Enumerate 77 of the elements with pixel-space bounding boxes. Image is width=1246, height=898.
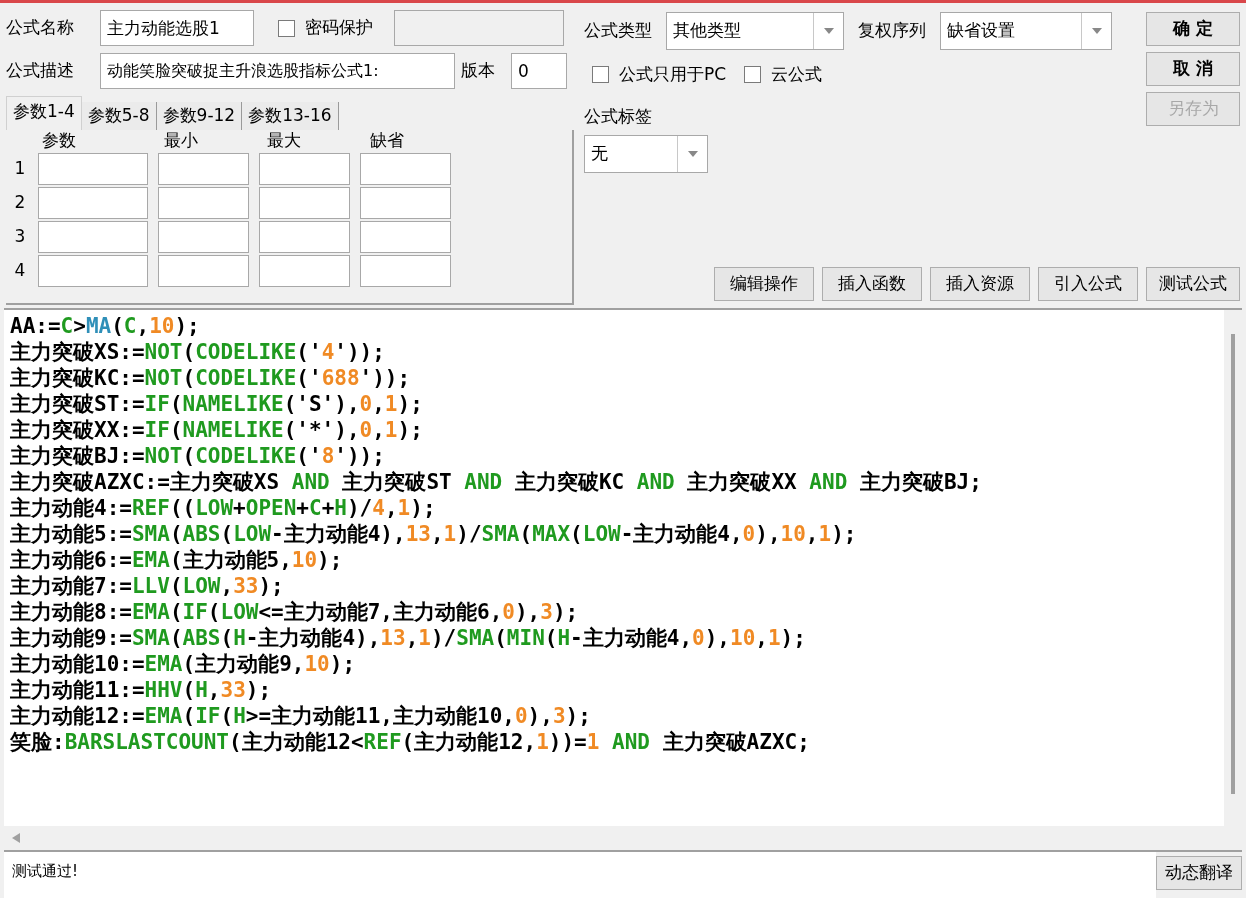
status-field: 测试通过! xyxy=(4,852,1156,898)
input-field[interactable] xyxy=(158,255,249,287)
field-label: 版本 xyxy=(461,59,496,83)
checkbox[interactable] xyxy=(278,19,295,37)
checkbox[interactable] xyxy=(744,66,762,84)
tab[interactable]: 参数9-12 xyxy=(156,102,243,130)
input-field[interactable] xyxy=(259,187,350,219)
row-number: 3 xyxy=(13,225,27,249)
button[interactable]: 测试公式 xyxy=(1146,267,1240,301)
code-line: 主力突破XX:=IF(NAMELIKE('*'),0,1); xyxy=(10,417,423,443)
input-field[interactable]: 0 xyxy=(511,53,567,89)
code-line: 主力动能8:=EMA(IF(LOW<=主力动能7,主力动能6,0),3); xyxy=(10,599,579,625)
input-field[interactable] xyxy=(158,221,249,253)
code-line: 主力动能9:=SMA(ABS(H-主力动能4),13,1)/SMA(MIN(H-主力动能4,0),10,1); xyxy=(10,625,806,651)
code-line: 主力突破ST:=IF(NAMELIKE('S'),0,1); xyxy=(10,391,423,417)
code-line: 主力动能5:=SMA(ABS(LOW-主力动能4),13,1)/SMA(MAX(LOW-主力动能4,0),10,1); xyxy=(10,521,857,547)
input-field[interactable] xyxy=(158,153,249,185)
field-label: 公式类型 xyxy=(584,19,652,43)
input-field[interactable] xyxy=(360,255,451,287)
tab[interactable]: 参数1-4 xyxy=(6,96,82,130)
caret-icon xyxy=(1091,28,1102,34)
checkbox-label: 云公式 xyxy=(771,63,823,86)
tab[interactable]: 参数13-16 xyxy=(242,102,339,130)
code-line: 主力动能11:=HHV(H,33); xyxy=(10,677,272,703)
dropdown[interactable]: 其他类型 xyxy=(666,12,844,50)
left-arrow-icon xyxy=(12,833,20,843)
input-field[interactable] xyxy=(158,187,249,219)
input-field[interactable] xyxy=(38,187,148,219)
field-label: 公式描述 xyxy=(6,59,75,83)
input-field[interactable] xyxy=(38,153,148,185)
input-field[interactable] xyxy=(38,221,148,253)
input-field[interactable]: 动能笑脸突破捉主升浪选股指标公式1: xyxy=(100,53,455,89)
row-number: 2 xyxy=(13,191,27,215)
button[interactable]: 插入资源 xyxy=(930,267,1030,301)
column-header: 参数 xyxy=(41,130,77,152)
button[interactable]: 编辑操作 xyxy=(714,267,814,301)
input-field[interactable] xyxy=(38,255,148,287)
dropdown[interactable]: 无 xyxy=(584,135,708,173)
code-line: 笑脸:BARSLASTCOUNT(主力动能12<REF(主力动能12,1))=1 AND 主力突破AZXC; xyxy=(10,729,810,755)
code-line: 主力动能7:=LLV(LOW,33); xyxy=(10,573,284,599)
dropdown[interactable]: 缺省设置 xyxy=(940,12,1112,50)
row-number: 4 xyxy=(13,259,27,283)
caret-icon xyxy=(687,151,698,157)
button[interactable]: 确 定 xyxy=(1146,12,1240,46)
code-line: 主力动能4:=REF((LOW+OPEN+C+H)/4,1); xyxy=(10,495,436,521)
code-line: 主力突破AZXC:=主力突破XS AND 主力突破ST AND 主力突破KC AND 主力突破XX AND 主力突破BJ; xyxy=(10,469,982,495)
checkbox[interactable] xyxy=(592,66,609,84)
caret-icon xyxy=(823,28,834,34)
button[interactable]: 动态翻译 xyxy=(1156,856,1242,890)
input-field[interactable] xyxy=(259,153,350,185)
code-line: 主力动能6:=EMA(主力动能5,10); xyxy=(10,547,343,573)
code-line: 主力动能12:=EMA(IF(H>=主力动能11,主力动能10,0),3); xyxy=(10,703,591,729)
checkbox-label: 公式只用于PC xyxy=(619,63,727,86)
button[interactable]: 取 消 xyxy=(1146,52,1240,86)
code-line: AA:=C>MA(C,10); xyxy=(10,313,200,339)
field-label: 公式标签 xyxy=(584,104,653,128)
code-line: 主力突破XS:=NOT(CODELIKE('4')); xyxy=(10,339,385,365)
input-field[interactable] xyxy=(259,255,350,287)
row-number: 1 xyxy=(13,157,27,181)
checkbox-label: 密码保护 xyxy=(305,16,373,40)
input-field[interactable] xyxy=(360,187,451,219)
field-label: 复权序列 xyxy=(858,19,926,43)
code-line: 主力突破BJ:=NOT(CODELIKE('8')); xyxy=(10,443,385,469)
input-field[interactable] xyxy=(360,221,451,253)
button[interactable]: 插入函数 xyxy=(822,267,922,301)
column-header: 最大 xyxy=(266,130,302,152)
input-field[interactable] xyxy=(394,10,564,46)
input-field[interactable] xyxy=(360,153,451,185)
input-field[interactable]: 主力动能选股1 xyxy=(100,10,254,46)
code-line: 主力动能10:=EMA(主力动能9,10); xyxy=(10,651,356,677)
tab[interactable]: 参数5-8 xyxy=(81,102,157,130)
code-line: 主力突破KC:=NOT(CODELIKE('688')); xyxy=(10,365,411,391)
button[interactable]: 引入公式 xyxy=(1038,267,1138,301)
field-label: 公式名称 xyxy=(6,16,75,40)
column-header: 缺省 xyxy=(369,130,405,152)
input-field[interactable] xyxy=(259,221,350,253)
column-header: 最小 xyxy=(163,130,199,152)
